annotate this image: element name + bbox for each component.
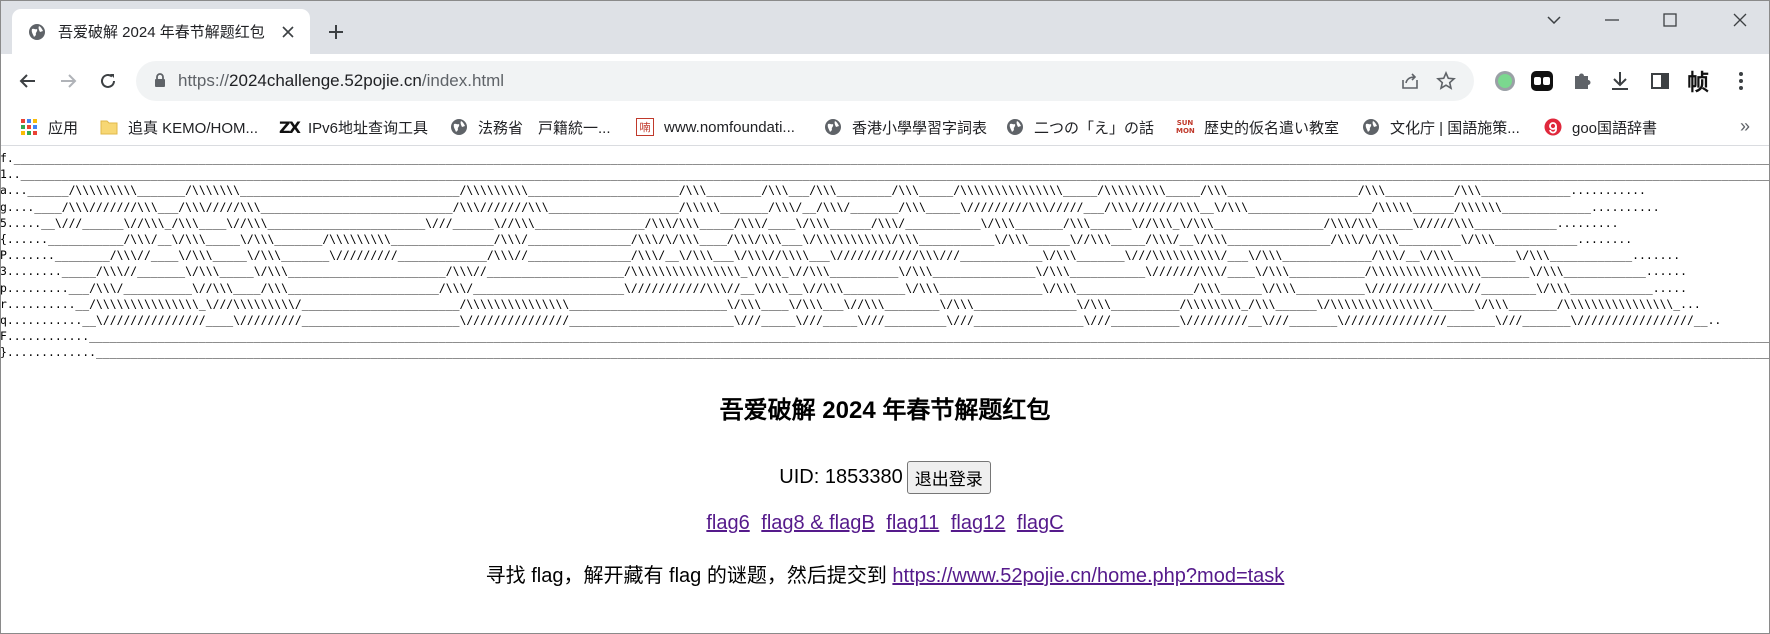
back-button[interactable] [12, 65, 44, 97]
menu-kebab-icon[interactable] [1726, 66, 1756, 96]
lock-icon[interactable] [154, 73, 166, 93]
globe-icon [824, 118, 842, 136]
bookmark-houmusho[interactable]: 法務省 戸籍統一... [450, 114, 611, 140]
globe-icon [28, 23, 46, 41]
share-icon[interactable] [1398, 69, 1422, 93]
zx-logo-icon: ZX [279, 117, 301, 137]
address-bar[interactable]: https://2024challenge.52pojie.cn/index.h… [136, 61, 1474, 101]
minimize-button[interactable] [1584, 0, 1640, 40]
ascii-banner-line: q...........__\///////////////____\/////… [0, 313, 1722, 328]
tab-search-icon[interactable] [1526, 0, 1582, 40]
download-icon[interactable] [1605, 66, 1635, 96]
flag12-link[interactable]: flag12 [951, 512, 1006, 534]
logout-button[interactable]: 退出登录 [906, 461, 991, 494]
ascii-banner-line: r..........__/\\\\\\\\\\\\\\\_\///\\\\\\… [0, 296, 1701, 311]
ascii-banner-line: {......___________/\\\/__\/\\\_____\/\\\… [0, 232, 1633, 247]
bookmark-star-icon[interactable] [1434, 69, 1458, 93]
close-window-button[interactable] [1712, 0, 1768, 40]
extension-glasses-icon[interactable] [1527, 66, 1557, 96]
browser-toolbar: https://2024challenge.52pojie.cn/index.h… [0, 54, 1770, 108]
url-scheme: https:// [178, 71, 230, 90]
extensions-puzzle-icon[interactable] [1567, 66, 1597, 96]
flag11-link[interactable]: flag11 [886, 512, 939, 534]
extension-green-dot-icon[interactable] [1490, 66, 1520, 96]
goo-icon [1544, 118, 1562, 136]
bookmark-nomfoundation[interactable]: 喃 www.nomfoundati... [636, 114, 795, 140]
tab-close-icon[interactable] [278, 22, 298, 42]
uid-label: UID: 1853380 [779, 466, 903, 488]
ascii-banner-line: 1.._____________________________________… [0, 167, 1770, 182]
globe-icon [1362, 118, 1380, 136]
ascii-art-banner: f.______________________________________… [0, 150, 1770, 360]
tab-strip: 吾爱破解 2024 年春节解题红包 [0, 0, 1770, 54]
bookmark-bunkacho[interactable]: 文化庁 | 国語施策... [1362, 114, 1520, 140]
bookmarks-overflow-button[interactable]: » [1740, 116, 1750, 137]
ascii-banner-line: 3........_____/\\\//_______\/\\\_____\/\… [0, 264, 1688, 279]
ascii-banner-line: }.............__________________________… [0, 345, 1770, 360]
sun-mon-icon: SUN MON [1176, 119, 1195, 135]
ascii-banner-line: a...______/\\\\\\\\\_______/\\\\\\\_____… [0, 183, 1646, 198]
page-title: 吾爱破解 2024 年春节解题红包 [719, 397, 1051, 424]
bookmark-ipv6-tool[interactable]: ZX IPv6地址查询工具 [279, 114, 428, 140]
globe-icon [450, 118, 468, 136]
new-tab-button[interactable] [322, 18, 350, 46]
url-text[interactable]: https://2024challenge.52pojie.cn/index.h… [178, 71, 504, 91]
bookmark-kemo-folder[interactable]: 追真 KEMO/HOM... [100, 114, 258, 140]
nom-foundation-icon: 喃 [636, 118, 654, 136]
folder-icon [100, 118, 118, 136]
ascii-banner-line: g....____/\\\///////\\\___/\\\/////\\\__… [0, 199, 1660, 214]
user-info: UID: 1853380 退出登录 [0, 461, 1770, 494]
url-path: /index.html [421, 71, 505, 90]
flag-links: flag6 flag8 & flagB flag11 flag12 flagC [0, 512, 1770, 535]
ascii-banner-line: P.......________/\\\//____\/\\\_____\/\\… [0, 248, 1681, 263]
url-host: 2024challenge.52pojie.cn [229, 71, 422, 90]
bookmark-apps[interactable]: 应用 [20, 114, 78, 140]
bookmark-hk-wordlist[interactable]: 香港小學學習字詞表 [824, 114, 987, 140]
bookmark-kanazukai[interactable]: SUN MON 歴史的仮名遣い教室 [1176, 114, 1339, 140]
page-viewport: f.______________________________________… [0, 147, 1770, 634]
task-instructions: 寻找 flag，解开藏有 flag 的谜题，然后提交到 https://www.… [0, 559, 1770, 588]
apps-grid-icon [20, 118, 38, 136]
side-panel-icon[interactable] [1645, 66, 1675, 96]
ascii-banner-line: F............___________________________… [0, 329, 1770, 344]
bookmark-two-e[interactable]: 二つの「え」の話 [1006, 114, 1154, 140]
globe-icon [1006, 118, 1024, 136]
ascii-banner-line: 5.....__\///______\//\\\_/\\\____\//\\\_… [0, 215, 1619, 230]
maximize-button[interactable] [1642, 0, 1698, 40]
active-tab[interactable]: 吾爱破解 2024 年春节解题红包 [12, 9, 310, 54]
flagc-link[interactable]: flagC [1017, 512, 1064, 534]
task-submit-link[interactable]: https://www.52pojie.cn/home.php?mod=task [892, 565, 1284, 587]
forward-button[interactable] [52, 65, 84, 97]
flag6-link[interactable]: flag6 [706, 512, 749, 534]
bookmark-goo-dictionary[interactable]: goo国語辞書 [1544, 114, 1657, 140]
reload-button[interactable] [92, 65, 124, 97]
ascii-banner-line: f.______________________________________… [0, 151, 1770, 165]
tab-title: 吾爱破解 2024 年春节解题红包 [58, 24, 265, 41]
ascii-banner-line: p.........___/\\\/__________\//\\\____/\… [0, 280, 1688, 295]
task-text: 寻找 flag，解开藏有 flag 的谜题，然后提交到 [485, 565, 887, 587]
bookmarks-bar: 应用 追真 KEMO/HOM... ZX IPv6地址查询工具 法務省 戸籍統一… [0, 108, 1770, 146]
frame-extension-icon[interactable]: 帧 [1683, 66, 1713, 96]
flag8-flagb-link[interactable]: flag8 & flagB [761, 512, 874, 534]
